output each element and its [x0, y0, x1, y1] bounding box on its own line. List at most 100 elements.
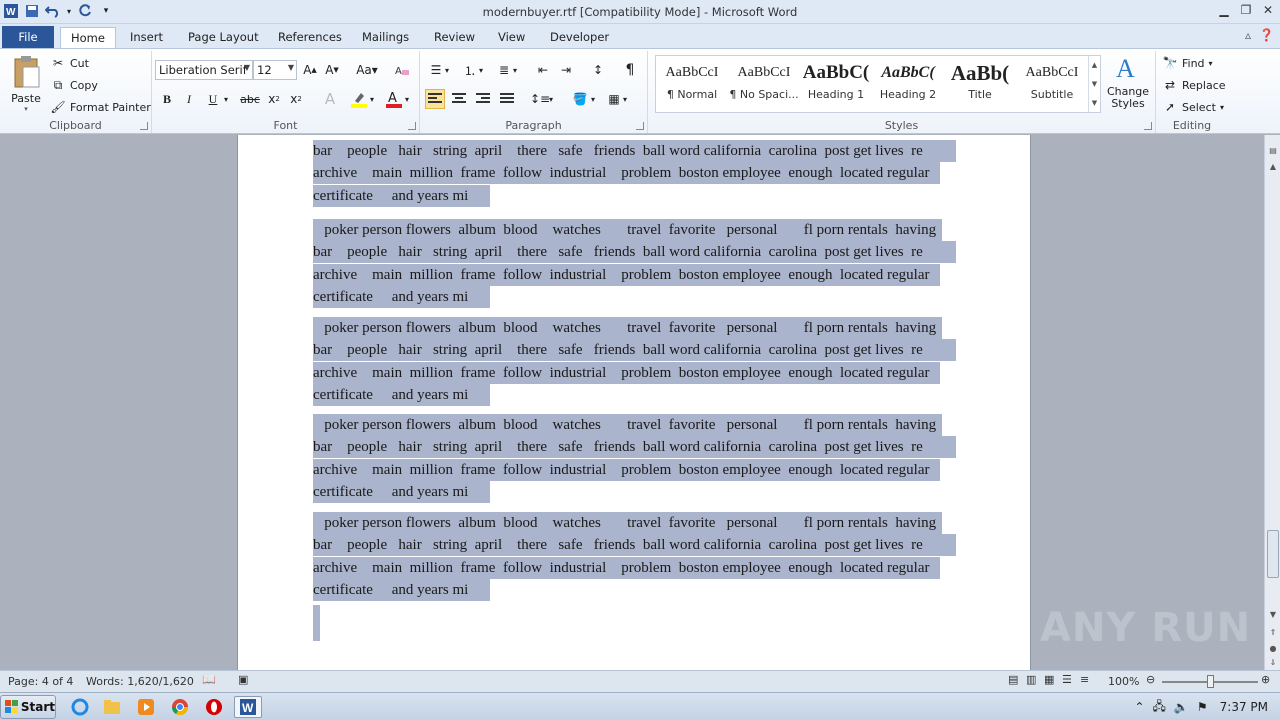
align-right-icon[interactable]: [473, 89, 493, 109]
action-center-flag-icon[interactable]: ⚑: [1197, 700, 1208, 714]
show-hidden-icons-icon[interactable]: ⌃: [1134, 700, 1144, 714]
strikethrough-icon[interactable]: abc: [238, 89, 262, 109]
style-subtitle[interactable]: AaBbCcI Subtitle: [1016, 58, 1088, 110]
chevron-down-icon[interactable]: ▾: [367, 89, 377, 109]
macro-record-icon[interactable]: ▣: [238, 673, 248, 686]
font-size-combo[interactable]: 12 ▼: [253, 60, 297, 80]
previous-page-icon[interactable]: ⇑: [1265, 625, 1280, 639]
network-icon[interactable]: 🖧: [1153, 697, 1166, 718]
proofing-icon[interactable]: 📖: [202, 673, 216, 686]
page-count[interactable]: Page: 4 of 4: [8, 675, 73, 688]
superscript-icon[interactable]: x2: [286, 89, 306, 109]
restore-icon[interactable]: ❐: [1238, 2, 1254, 18]
style-no-spacing[interactable]: AaBbCcI ¶ No Spaci...: [728, 58, 800, 110]
print-layout-view-icon[interactable]: ▤: [1008, 673, 1018, 686]
cut-button[interactable]: ✂ Cut: [50, 53, 89, 73]
bold-icon[interactable]: B: [157, 89, 177, 109]
tab-developer[interactable]: Developer: [540, 27, 619, 48]
chevron-down-icon[interactable]: ▼: [1092, 80, 1097, 88]
paragraph-launcher[interactable]: [636, 122, 644, 130]
highlight-icon[interactable]: [349, 89, 369, 109]
sort-icon[interactable]: ↕: [588, 60, 608, 80]
select-button[interactable]: ➚ Select ▾: [1162, 97, 1224, 117]
tab-mailings[interactable]: Mailings: [352, 27, 419, 48]
tab-references[interactable]: References: [268, 27, 352, 48]
subscript-icon[interactable]: x2: [264, 89, 284, 109]
decrease-indent-icon[interactable]: ⇤: [533, 60, 553, 80]
media-player-icon[interactable]: [132, 696, 160, 718]
underline-icon[interactable]: U: [203, 89, 223, 109]
paste-button[interactable]: Paste ▾: [6, 55, 46, 117]
chevron-down-icon[interactable]: ▼: [1265, 607, 1280, 621]
browse-object-icon[interactable]: ●: [1265, 641, 1280, 655]
zoom-in-icon[interactable]: ⊕: [1261, 673, 1270, 686]
show-hide-marks-icon[interactable]: ¶: [620, 60, 640, 80]
internet-explorer-icon[interactable]: [66, 696, 94, 718]
chevron-down-icon[interactable]: ▾: [221, 89, 231, 109]
chevron-down-icon[interactable]: ▾: [442, 60, 452, 80]
chevron-down-icon[interactable]: ▾: [402, 89, 412, 109]
tab-view[interactable]: View: [488, 27, 535, 48]
style-heading-1[interactable]: AaBbC( Heading 1: [800, 58, 872, 110]
start-button[interactable]: Start: [0, 695, 56, 719]
tab-page-layout[interactable]: Page Layout: [178, 27, 269, 48]
chrome-icon[interactable]: [166, 696, 194, 718]
chevron-up-icon[interactable]: ▲: [1092, 61, 1097, 69]
more-icon[interactable]: ▼: [1092, 99, 1097, 107]
zoom-level[interactable]: 100%: [1108, 675, 1139, 688]
grow-font-icon[interactable]: A ▲: [300, 60, 320, 80]
scrollbar-thumb[interactable]: [1267, 530, 1279, 578]
font-color-icon[interactable]: A: [384, 89, 404, 109]
minimize-icon[interactable]: ▁: [1216, 2, 1232, 18]
italic-icon[interactable]: I: [179, 89, 199, 109]
font-family-combo[interactable]: Liberation Serif ▼: [155, 60, 253, 80]
tab-insert[interactable]: Insert: [120, 27, 173, 48]
clipboard-launcher[interactable]: [140, 122, 148, 130]
align-center-icon[interactable]: [449, 89, 469, 109]
explorer-folder-icon[interactable]: [98, 696, 126, 718]
clear-formatting-icon[interactable]: A: [392, 60, 412, 80]
format-painter-button[interactable]: 🖌 Format Painter: [50, 97, 150, 117]
chevron-up-icon[interactable]: ▲: [1265, 159, 1280, 173]
replace-button[interactable]: ⇄ Replace: [1162, 75, 1226, 95]
increase-indent-icon[interactable]: ⇥: [556, 60, 576, 80]
ruler-toggle-icon[interactable]: ▤: [1265, 143, 1280, 157]
word-count[interactable]: Words: 1,620/1,620: [86, 675, 194, 688]
tab-home[interactable]: Home: [60, 27, 116, 48]
web-layout-icon[interactable]: ▦: [1044, 673, 1054, 686]
gallery-scroll[interactable]: ▲ ▼ ▼: [1088, 56, 1100, 112]
font-launcher[interactable]: [408, 122, 416, 130]
next-page-icon[interactable]: ⇓: [1265, 655, 1280, 669]
tab-file[interactable]: File: [2, 26, 54, 48]
style-title[interactable]: AaBb( Title: [944, 58, 1016, 110]
help-icon[interactable]: ❓: [1259, 28, 1274, 42]
chevron-down-icon[interactable]: ▾: [588, 89, 598, 109]
change-case-icon[interactable]: Aa▾: [354, 60, 380, 80]
styles-launcher[interactable]: [1144, 122, 1152, 130]
clock[interactable]: 7:37 PM: [1216, 700, 1272, 714]
volume-icon[interactable]: 🔈: [1174, 700, 1189, 714]
find-button[interactable]: 🔭 Find ▾: [1162, 53, 1213, 73]
chevron-down-icon[interactable]: ▾: [476, 60, 486, 80]
chevron-down-icon[interactable]: ▾: [546, 89, 556, 109]
justify-icon[interactable]: [497, 89, 517, 109]
change-styles-button[interactable]: A Change Styles: [1104, 53, 1152, 117]
text-effects-icon[interactable]: A: [320, 89, 340, 109]
close-icon[interactable]: ✕: [1260, 2, 1276, 18]
tab-review[interactable]: Review: [424, 27, 485, 48]
opera-icon[interactable]: [200, 696, 228, 718]
zoom-slider-thumb[interactable]: [1207, 675, 1214, 688]
copy-button[interactable]: ⧉ Copy: [50, 75, 98, 95]
chevron-down-icon[interactable]: ▾: [510, 60, 520, 80]
chevron-down-icon[interactable]: ▾: [620, 89, 630, 109]
vertical-scrollbar[interactable]: ▤ ▲ ▼ ⇑ ● ⇓: [1264, 135, 1280, 670]
word-taskbar-icon[interactable]: W: [234, 696, 262, 718]
draft-view-icon[interactable]: ≡: [1080, 673, 1089, 686]
full-screen-reading-icon[interactable]: ▥: [1026, 673, 1036, 686]
zoom-out-icon[interactable]: ⊖: [1146, 673, 1155, 686]
align-left-icon[interactable]: [425, 89, 445, 109]
shading-icon[interactable]: 🪣: [570, 89, 590, 109]
outline-view-icon[interactable]: ☰: [1062, 673, 1072, 686]
shrink-font-icon[interactable]: A ▼: [322, 60, 342, 80]
style-normal[interactable]: AaBbCcI ¶ Normal: [656, 58, 728, 110]
